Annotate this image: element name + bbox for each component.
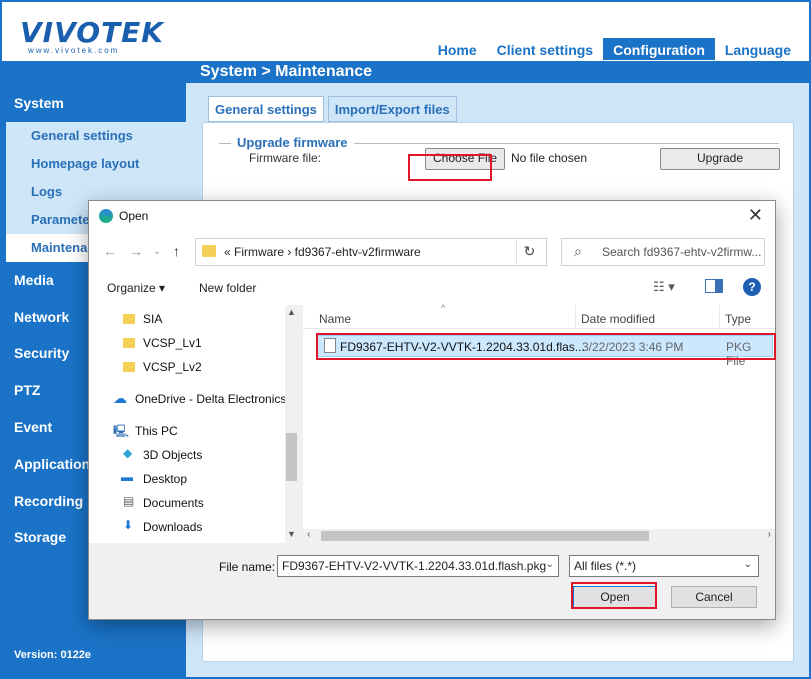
nav-scrollbar[interactable]: ▲ ▼ bbox=[285, 305, 298, 543]
sidebar-network[interactable]: Network bbox=[14, 309, 69, 325]
top-nav: Home Client settings Configuration Langu… bbox=[428, 38, 801, 60]
dialog-titlebar: Open ✕ bbox=[89, 201, 775, 231]
forward-arrow-icon[interactable]: → bbox=[129, 243, 143, 259]
breadcrumb[interactable]: « Firmware › fd9367-ehtv-v2firmware bbox=[224, 245, 421, 259]
version-label: Version: 0122e bbox=[14, 649, 92, 661]
file-row-highlight bbox=[316, 333, 776, 360]
back-arrow-icon[interactable]: ← bbox=[103, 243, 117, 259]
file-type-select[interactable]: All files (*.*) ⌄ bbox=[569, 555, 759, 577]
search-icon: ⌕ bbox=[574, 243, 582, 259]
column-header: Name ^ Date modified Type bbox=[303, 303, 775, 329]
sort-up-icon: ^ bbox=[441, 303, 446, 313]
scroll-left-icon[interactable]: ‹ bbox=[307, 529, 310, 540]
nav-item-downloads[interactable]: Downloads bbox=[143, 520, 202, 534]
file-type-value: All files (*.*) bbox=[574, 559, 637, 573]
upgrade-legend: Upgrade firmware bbox=[231, 135, 354, 150]
brand-name: VIVOTEK bbox=[20, 16, 164, 49]
brand-url: www.vivotek.com bbox=[28, 46, 120, 55]
up-arrow-icon[interactable]: ↑ bbox=[173, 243, 180, 259]
download-icon: ⬇ bbox=[123, 518, 134, 532]
column-divider[interactable] bbox=[575, 305, 576, 329]
nav-client-settings[interactable]: Client settings bbox=[487, 38, 603, 60]
organize-button[interactable]: Organize ▾ bbox=[107, 281, 165, 295]
title-bar: System > Maintenance bbox=[2, 61, 809, 83]
nav-item-sia[interactable]: SIA bbox=[143, 312, 162, 326]
column-type[interactable]: Type bbox=[725, 312, 751, 326]
nav-language[interactable]: Language bbox=[715, 38, 801, 60]
open-file-dialog: Open ✕ ← → ⌄ ↑ « Firmware › fd9367-ehtv-… bbox=[88, 200, 776, 620]
folder-icon bbox=[123, 362, 135, 372]
tab-general-settings[interactable]: General settings bbox=[208, 96, 324, 122]
no-file-text: No file chosen bbox=[511, 151, 588, 165]
nav-scroll-thumb[interactable] bbox=[286, 433, 297, 481]
new-folder-button[interactable]: New folder bbox=[199, 281, 256, 295]
upgrade-button[interactable]: Upgrade bbox=[660, 148, 780, 170]
nav-item-this-pc[interactable]: This PC bbox=[135, 424, 178, 438]
search-input[interactable]: ⌕ Search fd9367-ehtv-v2firmw... bbox=[561, 238, 765, 266]
nav-item-documents[interactable]: Documents bbox=[143, 496, 204, 510]
computer-icon: 🖳 bbox=[113, 424, 130, 438]
dialog-title: Open bbox=[119, 209, 149, 223]
address-field[interactable]: « Firmware › fd9367-ehtv-v2firmware ↻ bbox=[195, 238, 547, 266]
cloud-icon: ☁ bbox=[113, 390, 127, 406]
dialog-toolbar: Organize ▾ New folder ☷ ▾ ? bbox=[89, 273, 775, 305]
sidebar-storage[interactable]: Storage bbox=[14, 529, 66, 545]
file-name-input[interactable]: FD9367-EHTV-V2-VVTK-1.2204.33.01d.flash.… bbox=[277, 555, 559, 577]
address-bar-row: ← → ⌄ ↑ « Firmware › fd9367-ehtv-v2firmw… bbox=[89, 231, 775, 273]
file-name-label: File name: bbox=[219, 560, 276, 574]
sidebar-media[interactable]: Media bbox=[14, 272, 54, 288]
folder-icon bbox=[123, 338, 135, 348]
folder-icon bbox=[123, 314, 135, 324]
sidebar-item-general-settings[interactable]: General settings bbox=[6, 122, 186, 150]
cancel-button[interactable]: Cancel bbox=[671, 586, 757, 608]
nav-item-3d-objects[interactable]: 3D Objects bbox=[143, 448, 202, 462]
view-options-icon[interactable]: ☷ ▾ bbox=[653, 279, 675, 295]
nav-home[interactable]: Home bbox=[428, 38, 487, 60]
horizontal-scroll-thumb[interactable] bbox=[321, 531, 649, 541]
document-icon: ▤ bbox=[123, 494, 135, 508]
chevron-down-icon: ⌄ bbox=[743, 559, 752, 570]
scroll-right-icon[interactable]: › bbox=[768, 529, 771, 540]
nav-item-onedrive[interactable]: OneDrive - Delta Electronics, bbox=[135, 392, 290, 406]
column-name[interactable]: Name bbox=[319, 312, 351, 326]
sidebar-recording[interactable]: Recording bbox=[14, 493, 83, 509]
cube-icon: ◆ bbox=[123, 446, 133, 460]
edge-icon bbox=[99, 209, 113, 223]
firmware-file-label: Firmware file: bbox=[249, 151, 322, 165]
sidebar-ptz[interactable]: PTZ bbox=[14, 382, 40, 398]
sidebar-system[interactable]: System bbox=[14, 95, 64, 111]
sidebar-applications[interactable]: Applications bbox=[14, 456, 98, 472]
folder-icon bbox=[202, 245, 216, 257]
vivotek-logo[interactable]: VIVOTEK www.vivotek.com bbox=[16, 8, 166, 58]
column-divider[interactable] bbox=[719, 305, 720, 329]
sidebar-security[interactable]: Security bbox=[14, 345, 69, 361]
choose-file-highlight bbox=[408, 154, 492, 181]
scroll-up-icon[interactable]: ▲ bbox=[287, 307, 296, 317]
desktop-icon: ▬ bbox=[121, 470, 133, 484]
chevron-down-icon[interactable]: ⌄ bbox=[153, 246, 161, 257]
refresh-icon[interactable]: ↻ bbox=[516, 240, 542, 264]
help-icon[interactable]: ? bbox=[743, 278, 761, 296]
tab-bar: General settings Import/Export files bbox=[208, 96, 457, 122]
nav-configuration[interactable]: Configuration bbox=[603, 38, 715, 60]
scroll-down-icon[interactable]: ▼ bbox=[287, 529, 296, 539]
preview-pane-icon[interactable] bbox=[705, 279, 723, 293]
open-button-highlight bbox=[571, 582, 657, 609]
sidebar-item-homepage-layout[interactable]: Homepage layout bbox=[6, 150, 186, 178]
chevron-down-icon[interactable]: ⌄ bbox=[546, 559, 554, 570]
page-title: System > Maintenance bbox=[200, 63, 373, 80]
nav-item-desktop[interactable]: Desktop bbox=[143, 472, 187, 486]
sidebar-event[interactable]: Event bbox=[14, 419, 52, 435]
column-date-modified[interactable]: Date modified bbox=[581, 312, 655, 326]
tab-import-export[interactable]: Import/Export files bbox=[327, 96, 457, 122]
close-icon[interactable]: ✕ bbox=[748, 205, 763, 226]
search-placeholder: Search fd9367-ehtv-v2firmw... bbox=[602, 245, 762, 259]
navigation-pane: SIA VCSP_Lv1 VCSP_Lv2 ☁ OneDrive - Delta… bbox=[89, 305, 298, 543]
nav-item-vcsp-lv1[interactable]: VCSP_Lv1 bbox=[143, 336, 202, 350]
horizontal-scrollbar[interactable]: ‹ › bbox=[303, 529, 775, 543]
nav-item-vcsp-lv2[interactable]: VCSP_Lv2 bbox=[143, 360, 202, 374]
file-name-value: FD9367-EHTV-V2-VVTK-1.2204.33.01d.flash.… bbox=[282, 559, 547, 573]
